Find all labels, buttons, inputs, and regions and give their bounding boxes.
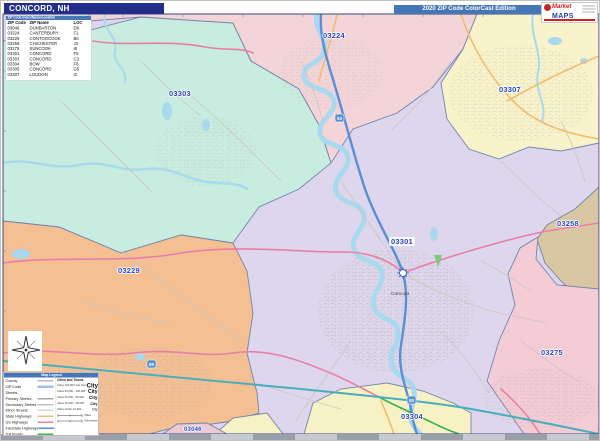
svg-text:89: 89 <box>149 362 155 367</box>
city-label-concord: Concord <box>391 292 409 297</box>
logo-brand-top: Market <box>552 4 571 11</box>
compass-rose-icon <box>11 335 41 365</box>
page-title: CONCORD, NH <box>4 3 164 14</box>
table-row: 03307LOUDONI2 <box>6 72 91 77</box>
km-scale-icon <box>57 418 83 423</box>
zip-label-03046: 03046 <box>184 427 202 433</box>
state-highway-swatch <box>38 416 54 418</box>
county-line-swatch <box>38 380 54 382</box>
streets-swatch <box>38 392 54 394</box>
svg-text:93: 93 <box>409 398 415 403</box>
us-highway-swatch <box>38 421 54 423</box>
publisher-logo: Market MAPS <box>541 2 598 23</box>
zip-label-03301: 03301 <box>389 237 415 246</box>
zip-line-swatch <box>38 386 54 389</box>
interstate-93-shield-icon: 93 <box>335 114 344 122</box>
zip-label-03275: 03275 <box>541 348 563 357</box>
svg-text:93: 93 <box>337 116 343 121</box>
legend-cities-column: Cities and Towns Cities 100,000 and Over… <box>55 378 99 437</box>
interstate-swatch <box>38 427 54 429</box>
zip-label-03303: 03303 <box>169 89 191 98</box>
logo-globe-icon <box>544 4 551 11</box>
interstate-93-shield-icon: 93 <box>407 396 416 404</box>
secondary-streets-swatch <box>38 404 54 406</box>
zip-label-03258: 03258 <box>557 219 579 228</box>
interstate-89-shield-icon: 89 <box>147 360 156 368</box>
map-legend: Map Legend County ZIP Code Streets Prima… <box>3 372 99 436</box>
legend-symbols-column: County ZIP Code Streets Primary Streets … <box>4 378 55 437</box>
zip-label-03229: 03229 <box>118 266 140 275</box>
legend-item: Toll Roads <box>6 431 54 436</box>
zip-code-index-table: ZIP Code Index/Name/Location ZIP Code ZI… <box>6 16 91 80</box>
zip-label-03224: 03224 <box>323 31 345 40</box>
logo-red-bar <box>544 19 595 21</box>
zip-label-03304: 03304 <box>401 412 423 421</box>
edition-label: 2020 ZIP Code ColorCast Edition <box>394 5 544 14</box>
map-poster-page: 93 93 89 03224 03303 03307 03301 03258 0 <box>0 0 600 441</box>
toll-road-swatch <box>38 433 54 435</box>
miles-scale-icon <box>57 413 83 418</box>
logo-text-bars <box>582 4 595 13</box>
primary-streets-swatch <box>38 398 54 400</box>
zip-label-03307: 03307 <box>499 85 521 94</box>
minor-streets-swatch <box>38 410 54 412</box>
scale-bar-km: Kilometers <box>57 418 98 424</box>
